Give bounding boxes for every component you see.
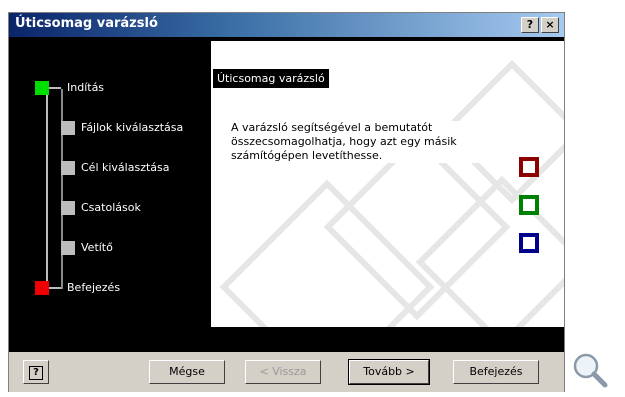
step-indicator-finish: [35, 281, 49, 295]
content-bottom-band: [9, 327, 564, 352]
step-indicator-destination: [61, 161, 75, 175]
step-label-start[interactable]: Indítás: [67, 81, 104, 94]
blue-box-icon: [519, 233, 539, 253]
step-label-links[interactable]: Csatolások: [81, 201, 141, 214]
wizard-content: Indítás Fájlok kiválasztása Cél kiválasz…: [9, 37, 564, 352]
steps-inner-line: [61, 89, 63, 289]
step-indicator-files: [61, 121, 75, 135]
green-box-icon: [519, 195, 539, 215]
step-label-viewer[interactable]: Vetítő: [81, 241, 113, 254]
magnifier-icon[interactable]: [570, 350, 610, 390]
steps-panel: Indítás Fájlok kiválasztása Cél kiválasz…: [9, 37, 211, 327]
red-box-icon: [519, 157, 539, 177]
step-indicator-viewer: [61, 241, 75, 255]
back-button[interactable]: < Vissza: [245, 360, 321, 384]
next-button[interactable]: Tovább >: [348, 359, 430, 385]
step-connector: [49, 87, 61, 89]
help-title-button[interactable]: ?: [521, 17, 539, 33]
close-button[interactable]: ×: [541, 17, 559, 33]
button-bar: ? Mégse < Vissza Tovább > Befejezés: [9, 352, 564, 392]
help-button[interactable]: ?: [23, 360, 49, 384]
help-icon: ?: [29, 366, 43, 380]
title-bar: Úticsomag varázsló ? ×: [9, 13, 564, 37]
window-title: Úticsomag varázsló: [15, 16, 158, 31]
step-indicator-start: [35, 81, 49, 95]
cancel-button[interactable]: Mégse: [149, 360, 225, 384]
finish-button[interactable]: Befejezés: [453, 360, 539, 384]
step-indicator-links: [61, 201, 75, 215]
step-connector: [49, 287, 61, 289]
step-label-finish[interactable]: Befejezés: [67, 281, 120, 294]
steps-connector-line: [46, 89, 48, 289]
magnifier-graphic: [573, 353, 608, 388]
wizard-window: Úticsomag varázsló ? × Indítás Fájlok ki…: [8, 12, 565, 392]
panel-title: Úticsomag varázsló: [213, 69, 329, 88]
step-label-files[interactable]: Fájlok kiválasztása: [81, 121, 183, 134]
panel-description: A varázsló segítségével a bemutatót össz…: [231, 121, 511, 163]
description-panel: Úticsomag varázsló A varázsló segítségév…: [211, 41, 564, 327]
step-label-destination[interactable]: Cél kiválasztása: [81, 161, 170, 174]
